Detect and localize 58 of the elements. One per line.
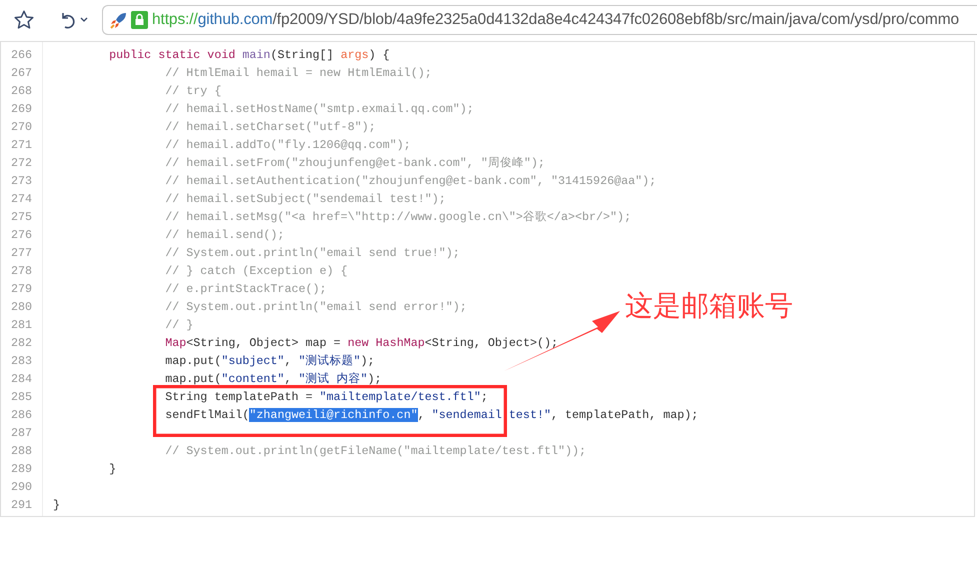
undo-icon[interactable] (59, 10, 77, 30)
line-number: 266 (10, 47, 33, 64)
line-number: 272 (10, 155, 33, 172)
line-number: 284 (10, 371, 33, 388)
code-line: // try { (164, 84, 222, 98)
line-number: 268 (10, 83, 33, 100)
line-number: 286 (10, 407, 33, 424)
line-number: 273 (10, 173, 33, 190)
line-number: 274 (10, 191, 33, 208)
line-number: 288 (10, 443, 33, 460)
code-line: sendFtlMail("zhangweili@richinfo.cn", "sendemail test!", templatePath, map); (164, 408, 698, 422)
code-line: // e.printStackTrace(); (164, 282, 327, 296)
line-number: 280 (10, 299, 33, 316)
line-number: 281 (10, 317, 33, 334)
rocket-icon (109, 10, 129, 30)
code-line: String templatePath = "mailtemplate/test.ftl"; (164, 390, 488, 404)
line-number: 278 (10, 263, 33, 280)
code-line: // } (164, 318, 194, 332)
line-number: 279 (10, 281, 33, 298)
code-line: } (53, 498, 60, 512)
code-line: // } catch (Exception e) { (164, 264, 348, 278)
line-number: 269 (10, 101, 33, 118)
annotation-text: 这是邮箱账号 (625, 289, 793, 323)
code-line: // hemail.setCharset("utf-8"); (164, 120, 376, 134)
code-line: map.put("subject", "测试标题"); (164, 354, 375, 368)
line-number: 267 (10, 65, 33, 82)
code-line: } (108, 462, 116, 476)
line-number: 287 (10, 425, 33, 442)
code-line: // hemail.send(); (164, 228, 284, 242)
code-line: map.put("content", "测试 内容"); (164, 372, 382, 386)
code-line: // hemail.setHostName("smtp.exmail.qq.com"); (164, 102, 474, 116)
code-line: // hemail.setFrom("zhoujunfeng@et-bank.com", "周俊峰"); (164, 156, 545, 170)
line-number: 271 (10, 137, 33, 154)
code-line: // System.out.println("email send error!"); (164, 300, 467, 314)
line-number: 270 (10, 119, 33, 136)
code-line: // System.out.println(getFileName("mailtemplate/test.ftl")); (164, 444, 586, 458)
code-line: // HtmlEmail hemail = new HtmlEmail(); (164, 66, 432, 80)
code-line: // hemail.setAuthentication("zhoujunfeng@et-bank.com", "31415926@aa"); (164, 174, 656, 188)
line-number: 289 (10, 461, 33, 478)
line-number: 283 (10, 353, 33, 370)
line-number: 275 (10, 209, 33, 226)
code-line: Map<String, Object> map = new HashMap<String, Object>(); (164, 336, 558, 350)
bookmark-star-icon[interactable] (13, 9, 35, 31)
code-line: // System.out.println("email send true!"); (164, 246, 460, 260)
line-number: 282 (10, 335, 33, 352)
code-line: // hemail.addTo("fly.1206@qq.com"); (164, 138, 411, 152)
address-field[interactable]: https://github.com/fp2009/YSD/blob/4a9fe2325a0d4132da8e4c424347fc02608ebf8b/src/main/java/com/ysd/pro/commo (102, 5, 977, 35)
lock-icon (131, 11, 148, 29)
code-line: public static void main(String[] args) { (108, 48, 390, 62)
code-line: // hemail.setSubject("sendemail test!"); (164, 192, 446, 206)
code-line: // hemail.setMsg("<a href=\"http://www.google.cn\">谷歌</a><br/>"); (164, 210, 632, 224)
line-number: 291 (10, 497, 33, 514)
caret-icon[interactable] (80, 17, 88, 23)
line-number: 276 (10, 227, 33, 244)
line-number: 290 (10, 479, 33, 496)
line-number: 285 (10, 389, 33, 406)
url-text: https://github.com/fp2009/YSD/blob/4a9fe2325a0d4132da8e4c424347fc02608ebf8b/src/main/java/com/ysd/pro/commo (152, 10, 960, 30)
line-number: 277 (10, 245, 33, 262)
